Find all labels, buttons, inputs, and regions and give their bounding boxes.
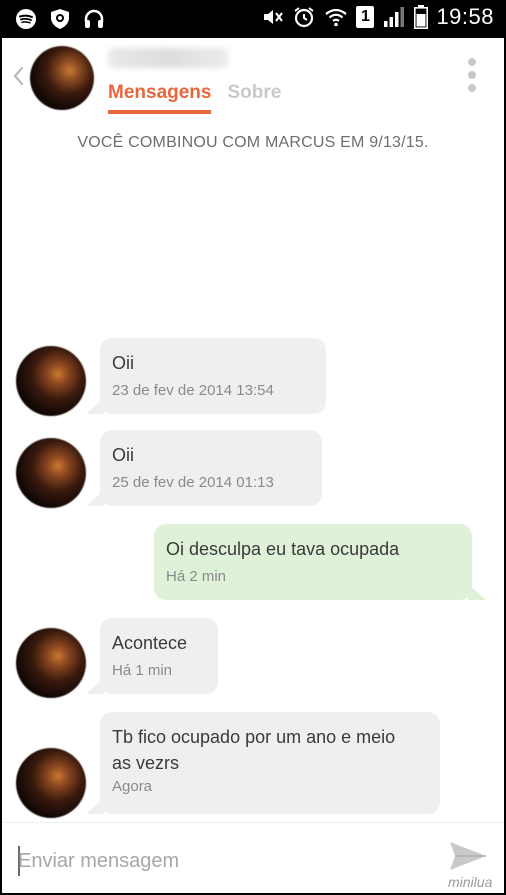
- header-tabs: Mensagens Sobre: [108, 82, 281, 114]
- message-bubble-incoming[interactable]: Tb fico ocupado por um ano e meio as vez…: [100, 712, 440, 814]
- sim-slot-label: 1: [360, 8, 370, 25]
- message-bubble-incoming[interactable]: Oii 25 de fev de 2014 01:13: [100, 430, 322, 506]
- message-text: Oii: [112, 353, 134, 373]
- back-chevron-icon[interactable]: [8, 62, 28, 90]
- message-time: 23 de fev de 2014 13:54: [112, 382, 274, 399]
- spotify-icon: [16, 9, 36, 29]
- message-bubble-outgoing[interactable]: Oi desculpa eu tava ocupada Há 2 min: [154, 524, 472, 600]
- message-bubble-incoming[interactable]: Oii 23 de fev de 2014 13:54: [100, 338, 326, 414]
- send-icon[interactable]: [446, 834, 490, 878]
- match-avatar[interactable]: [30, 46, 94, 110]
- battery-icon: [414, 5, 429, 29]
- message-text: Oi desculpa eu tava ocupada: [166, 539, 400, 559]
- watermark-logo: minilua: [448, 874, 493, 890]
- message-time: 25 de fev de 2014 01:13: [112, 474, 274, 491]
- message-text: Oii: [112, 445, 134, 465]
- message-time: Agora: [112, 778, 153, 795]
- chat-screen: Mensagens Sobre VOCÊ COMBINOU COM MARCUS…: [2, 38, 504, 893]
- sender-avatar[interactable]: [16, 438, 86, 508]
- sender-avatar[interactable]: [16, 628, 86, 698]
- blurred-match-name: [108, 48, 228, 68]
- match-notice: VOCÊ COMBINOU COM MARCUS EM 9/13/15.: [77, 134, 429, 151]
- alarm-icon: [294, 7, 315, 28]
- sender-avatar[interactable]: [16, 748, 86, 818]
- message-bubble-incoming[interactable]: Acontece Há 1 min: [100, 618, 218, 694]
- message-time: Há 1 min: [112, 662, 173, 679]
- mute-icon: [264, 10, 284, 24]
- chat-header: Mensagens Sobre: [2, 38, 504, 118]
- status-time: 19:58: [436, 4, 494, 29]
- shield-icon: [51, 9, 69, 29]
- sender-avatar[interactable]: [16, 346, 86, 416]
- message-input[interactable]: [18, 844, 418, 878]
- more-options-icon[interactable]: [466, 58, 478, 96]
- message-text: Tb fico ocupado por um ano e meio as vez…: [112, 727, 396, 773]
- status-bar: 1 19:58: [0, 0, 506, 38]
- wifi-icon: [325, 8, 348, 27]
- message-time: Há 2 min: [166, 568, 227, 585]
- message-text: Acontece: [112, 633, 188, 653]
- headphones-icon: [84, 9, 104, 28]
- tab-mensagens[interactable]: Mensagens: [108, 82, 212, 114]
- tab-sobre[interactable]: Sobre: [227, 82, 281, 114]
- sim-icon: 1: [356, 6, 375, 28]
- signal-icon: [384, 7, 405, 27]
